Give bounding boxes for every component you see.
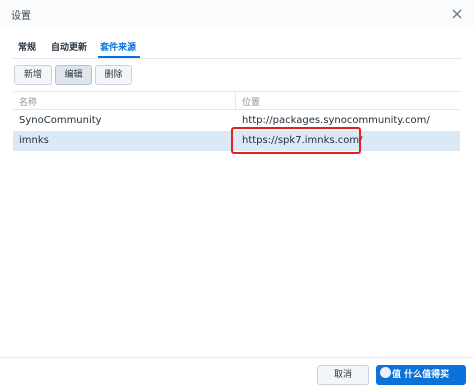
tab-general[interactable]: 常规	[18, 40, 36, 53]
tab-divider	[12, 58, 462, 59]
annotation-highlight-box	[231, 127, 361, 154]
row-name: SynoCommunity	[19, 115, 102, 126]
add-button[interactable]: 新增	[14, 65, 52, 85]
tab-auto-update[interactable]: 自动更新	[51, 40, 87, 53]
watermark-text: 值 什么值得买	[392, 370, 450, 380]
delete-button[interactable]: 删除	[95, 65, 132, 85]
grid-header: 名称 位置	[13, 92, 460, 110]
edit-button[interactable]: 编辑	[55, 65, 92, 85]
close-button[interactable]	[448, 5, 466, 23]
dialog-title: 设置	[11, 11, 31, 22]
cancel-button[interactable]: 取消	[317, 365, 369, 385]
column-header-location[interactable]: 位置	[242, 95, 260, 108]
footer-divider	[0, 357, 474, 358]
column-header-name[interactable]: 名称	[19, 95, 37, 108]
tab-package-sources[interactable]: 套件来源	[100, 40, 136, 53]
tab-bar: 常规 自动更新 套件来源	[0, 36, 474, 58]
toolbar: 新增 编辑 删除	[0, 65, 474, 87]
row-name: imnks	[19, 135, 49, 146]
close-icon	[452, 9, 462, 19]
watermark-logo-icon	[380, 367, 391, 378]
dialog-titlebar: 设置	[0, 0, 474, 28]
row-location: http://packages.synocommunity.com/	[242, 115, 430, 126]
column-separator[interactable]	[235, 92, 236, 109]
